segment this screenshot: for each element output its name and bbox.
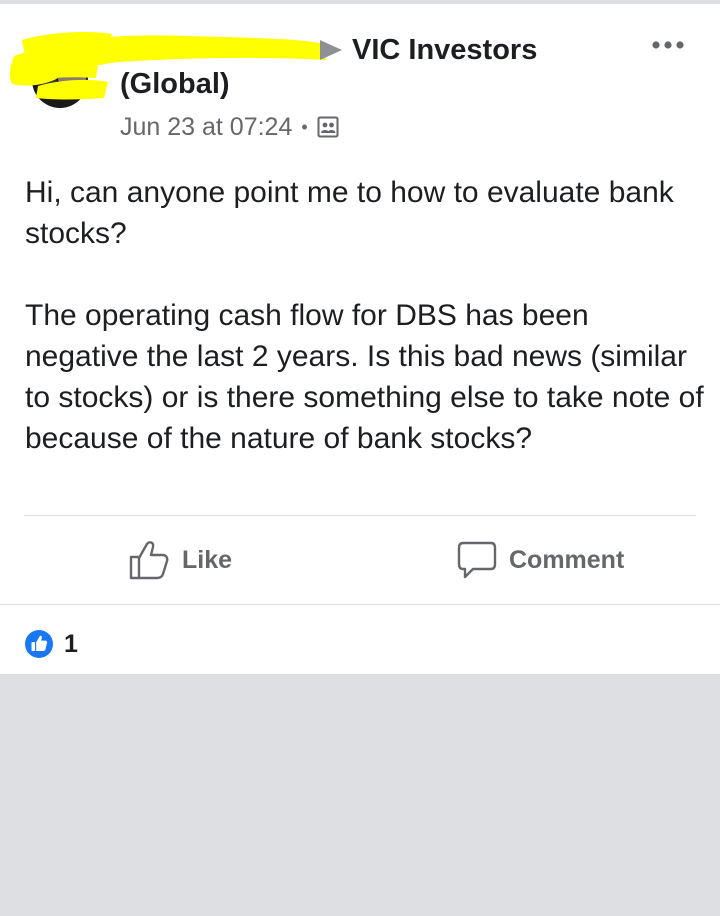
thumbs-up-outline-icon <box>129 541 169 580</box>
post-paragraph: The operating cash flow for DBS has been… <box>25 299 704 455</box>
speech-bubble-icon <box>457 541 497 579</box>
comment-button[interactable]: Comment <box>457 536 624 584</box>
comment-label: Comment <box>509 545 625 574</box>
reaction-summary[interactable]: 1 <box>24 628 78 660</box>
group-name[interactable]: VIC Investors <box>352 34 537 67</box>
post-meta: Jun 23 at 07:24 • <box>120 112 339 142</box>
like-reaction-icon <box>24 629 54 659</box>
more-options-icon[interactable] <box>648 34 688 56</box>
group-name-continued[interactable]: (Global) <box>120 68 230 101</box>
post-paragraph: Hi, can anyone point me to how to evalua… <box>25 176 674 250</box>
like-label: Like <box>182 545 233 574</box>
post-body: Hi, can anyone point me to how to evalua… <box>25 172 705 459</box>
post-card: VIC Investors (Global) Jun 23 at 07:24 •… <box>0 4 720 674</box>
post-timestamp[interactable]: Jun 23 at 07:24 <box>120 113 292 142</box>
reactions-divider <box>0 604 720 605</box>
action-divider <box>24 515 696 516</box>
right-arrow-icon <box>318 39 344 61</box>
like-button[interactable]: Like <box>128 536 232 584</box>
group-audience-icon <box>317 116 339 138</box>
reaction-count: 1 <box>64 629 78 658</box>
group-link-line1[interactable]: VIC Investors <box>318 30 537 70</box>
meta-separator: • <box>301 116 308 137</box>
